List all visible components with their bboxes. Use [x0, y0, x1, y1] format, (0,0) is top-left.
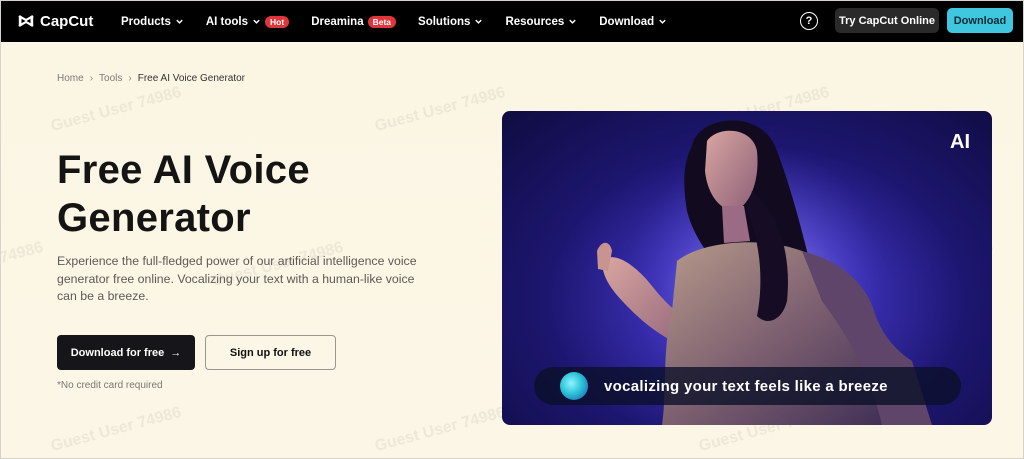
chevron-right-icon: › — [89, 73, 94, 84]
nav-solutions[interactable]: Solutions — [418, 16, 483, 28]
watermark: Guest User 74986 — [372, 83, 508, 136]
nav-resources[interactable]: Resources — [505, 16, 577, 28]
nav-resources-label: Resources — [505, 15, 565, 28]
top-nav: CapCut Products AI tools Hot Dreamina Be… — [1, 1, 1023, 42]
chevron-down-icon — [569, 19, 576, 24]
question-circle-icon[interactable]: ? — [800, 12, 818, 30]
breadcrumb-current: Free AI Voice Generator — [137, 73, 246, 84]
nav-ai-tools[interactable]: AI tools Hot — [205, 15, 290, 28]
ai-label: AI — [950, 131, 970, 153]
chevron-down-icon — [659, 19, 666, 24]
voice-orb-icon — [560, 372, 588, 400]
nav-products-label: Products — [121, 15, 171, 28]
breadcrumb-tools[interactable]: Tools — [99, 73, 122, 84]
nav-dreamina-label: Dreamina — [311, 15, 364, 28]
hero-video[interactable]: AI vocalizing your text feels like a bre… — [502, 111, 992, 425]
main-menu: Products AI tools Hot Dreamina Beta Solu… — [121, 1, 689, 42]
watermark: Guest User 74986 — [372, 403, 508, 456]
download-for-free-label: Download for free — [70, 346, 165, 359]
hot-badge: Hot — [265, 15, 290, 28]
capcut-logo[interactable]: CapCut — [17, 12, 93, 30]
download-button[interactable]: Download — [947, 8, 1013, 33]
nav-products[interactable]: Products — [121, 16, 184, 28]
beta-badge: Beta — [367, 15, 397, 28]
watermark: Guest User 74986 — [48, 83, 184, 136]
breadcrumb: Home › Tools › Free AI Voice Generator — [57, 73, 245, 84]
arrow-right-icon: → — [170, 346, 182, 359]
watermark: Guest User 74986 — [48, 403, 184, 456]
nav-solutions-label: Solutions — [418, 15, 471, 28]
capcut-logo-icon — [18, 15, 34, 27]
nav-download-label: Download — [599, 15, 655, 28]
caption-text: vocalizing your text feels like a breeze — [604, 377, 888, 395]
nav-ai-tools-label: AI tools — [205, 15, 249, 28]
nav-dreamina[interactable]: Dreamina Beta — [311, 15, 397, 28]
page-frame: Guest User 74986 Guest User 74986 Guest … — [0, 0, 1024, 459]
try-capcut-online-button[interactable]: Try CapCut Online — [835, 8, 939, 33]
chevron-right-icon: › — [128, 73, 132, 84]
breadcrumb-home[interactable]: Home — [57, 73, 84, 84]
no-credit-card-note: *No credit card required — [57, 380, 163, 391]
brand-name: CapCut — [40, 12, 94, 30]
hero-description: Experience the full-fledged power of our… — [57, 254, 417, 303]
page-title: Free AI Voice Generator — [57, 148, 310, 240]
chevron-down-icon — [475, 19, 483, 24]
sign-up-for-free-button[interactable]: Sign up for free — [205, 335, 336, 370]
nav-download[interactable]: Download — [599, 16, 667, 28]
caption-pill: vocalizing your text feels like a breeze — [534, 367, 961, 405]
chevron-down-icon — [253, 19, 260, 24]
download-for-free-button[interactable]: Download for free → — [57, 335, 195, 370]
watermark: Guest User 74986 — [0, 238, 46, 290]
chevron-down-icon — [176, 19, 183, 24]
